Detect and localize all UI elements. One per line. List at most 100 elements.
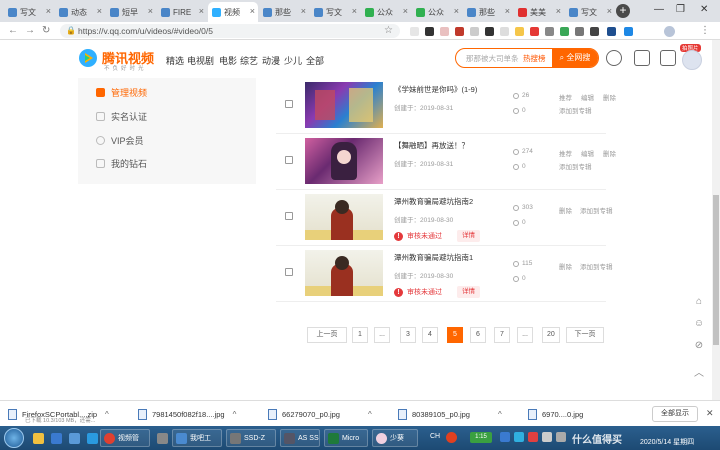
row-checkbox[interactable] bbox=[285, 156, 293, 164]
extension-icon[interactable] bbox=[470, 27, 479, 36]
menu-kebab-icon[interactable]: ⋮ bbox=[700, 25, 710, 36]
history-icon[interactable] bbox=[606, 50, 622, 66]
close-window-icon[interactable]: ✕ bbox=[700, 4, 708, 15]
recommend-link[interactable]: 推荐 bbox=[559, 92, 572, 102]
page-button[interactable]: 3 bbox=[400, 327, 416, 343]
close-tab-icon[interactable]: × bbox=[352, 6, 357, 16]
extension-icon[interactable] bbox=[560, 27, 569, 36]
extension-icon[interactable] bbox=[500, 27, 509, 36]
input-language[interactable]: CH bbox=[430, 433, 440, 440]
download-item[interactable]: 6970....0.jpg bbox=[528, 404, 583, 424]
feedback-icon[interactable]: ☺ bbox=[692, 318, 706, 332]
browser-tab[interactable]: 那些 × bbox=[259, 2, 309, 22]
taskbar-app-ssdz[interactable]: SSD-Z bbox=[226, 429, 276, 447]
search-button[interactable]: ⌕ 全网搜 bbox=[552, 49, 598, 67]
volume-icon[interactable] bbox=[556, 432, 566, 442]
back-to-top-icon[interactable]: ︿ bbox=[692, 364, 706, 379]
extension-icon[interactable] bbox=[590, 27, 599, 36]
page-button[interactable]: 6 bbox=[470, 327, 486, 343]
row-checkbox[interactable] bbox=[285, 268, 293, 276]
store-icon[interactable] bbox=[66, 429, 83, 447]
taskbar-app-shaokui[interactable]: 少葵 bbox=[372, 429, 418, 447]
url-input[interactable]: 🔒 https://v.qq.com/u/videos/#video/0/5 bbox=[60, 24, 400, 38]
video-thumbnail[interactable] bbox=[305, 138, 383, 184]
page-button[interactable]: 1 bbox=[352, 327, 368, 343]
extension-icon[interactable] bbox=[410, 27, 419, 36]
extension-icon[interactable] bbox=[545, 27, 554, 36]
upload-icon[interactable] bbox=[634, 50, 650, 66]
tray-icon[interactable] bbox=[542, 432, 552, 442]
browser-tab[interactable]: 那些 × bbox=[463, 2, 513, 22]
add-to-album-link[interactable]: 添加到专辑 bbox=[580, 261, 613, 271]
detail-button[interactable]: 详情 bbox=[457, 286, 480, 298]
edit-link[interactable]: 编辑 bbox=[581, 148, 594, 158]
scrollbar[interactable] bbox=[712, 40, 720, 400]
download-item[interactable]: 66279070_p0.jpg ^ bbox=[268, 404, 372, 424]
row-checkbox[interactable] bbox=[285, 100, 293, 108]
reload-icon[interactable]: ↻ bbox=[42, 25, 50, 36]
page-button[interactable]: 20 bbox=[542, 327, 560, 343]
sidebar-item-manage-videos[interactable]: 管理视频 bbox=[96, 86, 147, 99]
delete-link[interactable]: 删除 bbox=[603, 92, 616, 102]
video-title[interactable]: 【舞融晒】再放送！？ bbox=[394, 140, 469, 151]
nav-link[interactable]: 全部 bbox=[306, 54, 324, 67]
tencent-video-logo[interactable] bbox=[78, 48, 98, 68]
nav-link[interactable]: 少儿 bbox=[284, 54, 302, 67]
video-title[interactable]: 潭州教育骗局避坑指南1 bbox=[394, 252, 473, 263]
tray-icon[interactable] bbox=[514, 432, 524, 442]
scrollbar-thumb[interactable] bbox=[713, 195, 719, 345]
browser-tab[interactable]: 视频 × bbox=[208, 2, 258, 22]
taskbar-clock[interactable]: 2020/5/14 星期四 bbox=[640, 429, 694, 447]
sidebar-item-real-name[interactable]: 实名认证 bbox=[96, 110, 147, 123]
chevron-up-icon[interactable]: ^ bbox=[368, 410, 372, 419]
extension-icon[interactable] bbox=[624, 27, 633, 36]
sidebar-item-diamonds[interactable]: 我的钻石 bbox=[96, 157, 147, 170]
delete-link[interactable]: 删除 bbox=[603, 148, 616, 158]
add-to-album-link[interactable]: 添加到专辑 bbox=[559, 105, 592, 115]
browser-tab[interactable]: 写文 × bbox=[310, 2, 360, 22]
chevron-up-icon[interactable]: ^ bbox=[233, 410, 237, 419]
browser-tab[interactable]: 美美 × bbox=[514, 2, 564, 22]
video-title[interactable]: 潭州教育骗局避坑指南2 bbox=[394, 196, 473, 207]
close-tab-icon[interactable]: × bbox=[148, 6, 153, 16]
taskbar-app-chrome[interactable]: 视频管 bbox=[100, 429, 150, 447]
explorer-icon[interactable] bbox=[30, 429, 47, 447]
page-button[interactable]: 7 bbox=[494, 327, 510, 343]
gift-icon[interactable]: ⌂ bbox=[692, 296, 706, 310]
chevron-up-icon[interactable]: ^ bbox=[498, 410, 502, 419]
browser-tab[interactable]: 写文 × bbox=[4, 2, 54, 22]
report-icon[interactable]: ⊘ bbox=[692, 340, 706, 354]
taskbar-app-asssd[interactable]: AS SS bbox=[280, 429, 320, 447]
hot-search-link[interactable]: 热搜榜 bbox=[523, 53, 546, 64]
sidebar-item-vip[interactable]: VIP会员 bbox=[96, 134, 144, 147]
close-tab-icon[interactable]: × bbox=[607, 6, 612, 16]
edit-link[interactable]: 编辑 bbox=[581, 92, 594, 102]
prev-page-button[interactable]: 上一页 bbox=[307, 327, 347, 343]
browser-icon[interactable] bbox=[84, 429, 101, 447]
video-thumbnail[interactable] bbox=[305, 82, 383, 128]
close-tab-icon[interactable]: × bbox=[403, 6, 408, 16]
extension-icon[interactable] bbox=[530, 27, 539, 36]
tray-icon[interactable] bbox=[500, 432, 510, 442]
close-tab-icon[interactable]: × bbox=[301, 6, 306, 16]
search-input[interactable]: 那那被大司单条 热搜榜 ⌕ 全网搜 bbox=[455, 48, 599, 68]
bookmark-star-icon[interactable]: ☆ bbox=[384, 25, 393, 36]
nav-link[interactable]: 精选 bbox=[166, 54, 184, 67]
download-item[interactable]: 7981450f082f18....jpg ^ bbox=[138, 404, 236, 424]
add-to-album-link[interactable]: 添加到专辑 bbox=[580, 205, 613, 215]
browser-tab[interactable]: 公众 × bbox=[361, 2, 411, 22]
recommend-link[interactable]: 推荐 bbox=[559, 148, 572, 158]
extension-icon[interactable] bbox=[575, 27, 584, 36]
tray-icon[interactable] bbox=[528, 432, 538, 442]
browser-tab[interactable]: 短早 × bbox=[106, 2, 156, 22]
close-tab-icon[interactable]: × bbox=[556, 6, 561, 16]
download-item[interactable]: 80389105_p0.jpg ^ bbox=[398, 404, 502, 424]
back-icon[interactable]: ← bbox=[8, 25, 18, 36]
video-thumbnail[interactable] bbox=[305, 250, 383, 296]
new-tab-button[interactable]: + bbox=[616, 4, 630, 18]
close-tab-icon[interactable]: × bbox=[46, 6, 51, 16]
input-method-icon[interactable] bbox=[446, 432, 457, 443]
profile-avatar[interactable] bbox=[664, 26, 675, 37]
nav-link[interactable]: 综艺 bbox=[240, 54, 258, 67]
user-avatar[interactable] bbox=[682, 50, 702, 70]
